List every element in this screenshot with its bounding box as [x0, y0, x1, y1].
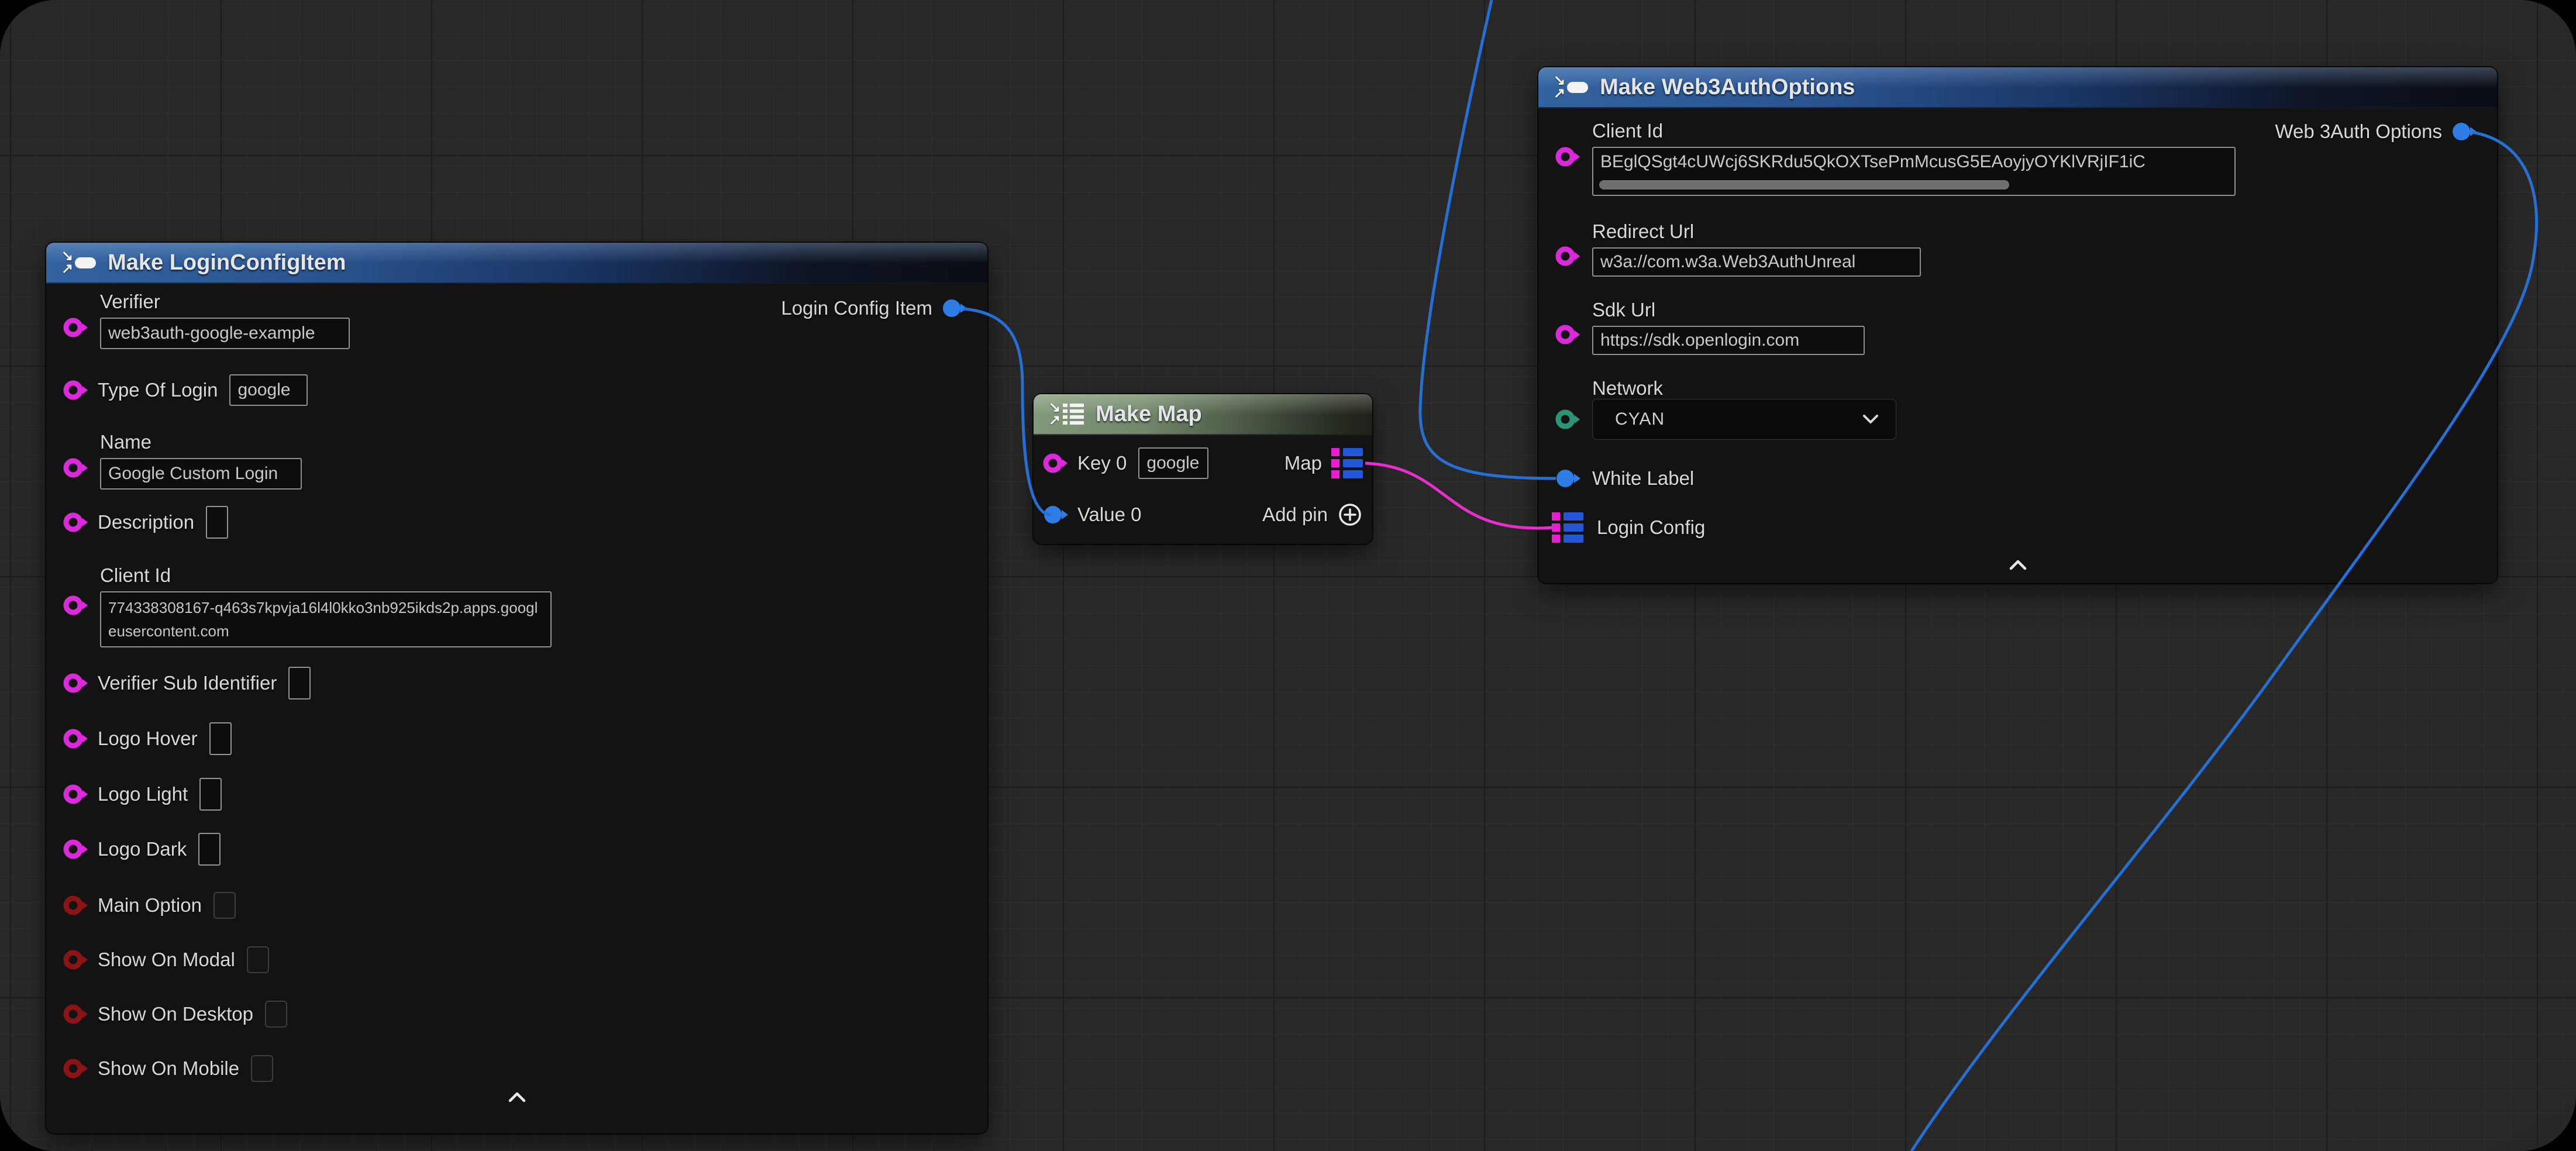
- node-make-web3authoptions[interactable]: ↘↗ Make Web3AuthOptions Web 3Auth Option…: [1538, 67, 2497, 583]
- node-make-map[interactable]: ↘↗ Make Map Key 0 Map: [1034, 394, 1372, 544]
- verifier-sub-identifier-input[interactable]: [288, 667, 311, 699]
- logo-dark-label: Logo Dark: [98, 838, 187, 860]
- chevron-down-icon: [1863, 415, 1878, 424]
- add-pin-label: Add pin: [1262, 504, 1328, 526]
- name-pin[interactable]: [63, 456, 89, 480]
- key0-input[interactable]: [1138, 447, 1208, 479]
- client-id-input[interactable]: BEglQSgt4cUWcj6SKRdu5QkOXTsePmMcusG5EAoy…: [1592, 147, 2236, 196]
- description-input[interactable]: [206, 506, 228, 539]
- type-of-login-input[interactable]: [229, 374, 308, 406]
- wire-map-to-login-config[interactable]: [1365, 463, 1552, 528]
- logo-light-input[interactable]: [199, 778, 222, 811]
- redirect-url-pin[interactable]: [1555, 244, 1581, 268]
- verifier-label: Verifier: [100, 291, 350, 313]
- node-header-make-loginconfigitem[interactable]: ↘↗ Make LoginConfigItem: [46, 243, 987, 284]
- verifier-input[interactable]: [100, 318, 350, 349]
- wire-offscreen-to-white-label[interactable]: [1420, 0, 1556, 478]
- logo-hover-input[interactable]: [209, 722, 232, 755]
- client-id-pin[interactable]: [1555, 145, 1581, 168]
- map-output-label: Map: [1284, 452, 1322, 474]
- map-output-pin[interactable]: [1331, 447, 1363, 480]
- logo-light-label: Logo Light: [98, 783, 188, 805]
- add-pin-icon[interactable]: [1337, 502, 1363, 528]
- make-struct-icon: ↘↗: [1554, 74, 1588, 100]
- name-input[interactable]: [100, 458, 302, 490]
- verifier-sub-identifier-label: Verifier Sub Identifier: [98, 672, 277, 694]
- white-label-label: White Label: [1592, 467, 1694, 490]
- client-id-input[interactable]: 774338308167-q463s7kpvja16l4l0kko3nb925i…: [100, 591, 552, 647]
- collapse-node-chevron-icon[interactable]: [508, 1092, 526, 1102]
- login-config-item-output-pin[interactable]: [942, 297, 967, 320]
- node-title: Make Map: [1096, 402, 1202, 427]
- description-label: Description: [98, 511, 194, 533]
- key0-label: Key 0: [1077, 452, 1127, 474]
- node-title: Make Web3AuthOptions: [1600, 75, 1855, 100]
- type-of-login-label: Type Of Login: [98, 379, 218, 401]
- make-struct-icon: ↘↗: [61, 250, 96, 275]
- logo-hover-label: Logo Hover: [98, 728, 198, 750]
- blueprint-graph-canvas[interactable]: ↘↗ Make LoginConfigItem Login Config Ite…: [0, 0, 2576, 1151]
- sdk-url-pin[interactable]: [1555, 323, 1581, 346]
- value0-label: Value 0: [1077, 504, 1141, 526]
- collapse-node-chevron-icon[interactable]: [2009, 560, 2027, 570]
- node-header-make-web3authoptions[interactable]: ↘↗ Make Web3AuthOptions: [1538, 67, 2497, 108]
- sdk-url-label: Sdk Url: [1592, 299, 1865, 321]
- main-option-checkbox[interactable]: [213, 892, 236, 919]
- name-label: Name: [100, 431, 302, 453]
- node-make-loginconfigitem[interactable]: ↘↗ Make LoginConfigItem Login Config Ite…: [46, 243, 987, 1133]
- show-on-mobile-checkbox[interactable]: [251, 1055, 273, 1082]
- redirect-url-input[interactable]: [1592, 247, 1921, 277]
- main-option-label: Main Option: [98, 894, 202, 916]
- client-id-pin[interactable]: [63, 594, 89, 617]
- client-id-scrollbar[interactable]: [1599, 180, 2009, 189]
- node-title: Make LoginConfigItem: [108, 250, 346, 275]
- client-id-label: Client Id: [1592, 120, 2236, 142]
- login-config-label: Login Config: [1597, 516, 1705, 539]
- show-on-modal-label: Show On Modal: [98, 949, 235, 971]
- verifier-pin[interactable]: [63, 316, 89, 339]
- show-on-modal-checkbox[interactable]: [247, 946, 269, 973]
- logo-dark-input[interactable]: [198, 833, 221, 866]
- redirect-url-label: Redirect Url: [1592, 220, 1921, 243]
- show-on-desktop-checkbox[interactable]: [265, 1001, 287, 1028]
- output-pin-label: Web 3Auth Options: [2275, 120, 2442, 143]
- sdk-url-input[interactable]: [1592, 326, 1865, 355]
- make-map-icon: ↘↗: [1049, 401, 1084, 427]
- network-label: Network: [1592, 377, 1663, 399]
- client-id-label: Client Id: [100, 564, 552, 587]
- output-pin-label: Login Config Item: [781, 297, 932, 319]
- network-pin[interactable]: [1555, 408, 1581, 431]
- network-dropdown[interactable]: CYAN: [1592, 399, 1896, 440]
- show-on-mobile-label: Show On Mobile: [98, 1057, 239, 1080]
- show-on-desktop-label: Show On Desktop: [98, 1003, 253, 1025]
- node-header-make-map[interactable]: ↘↗ Make Map: [1034, 394, 1372, 435]
